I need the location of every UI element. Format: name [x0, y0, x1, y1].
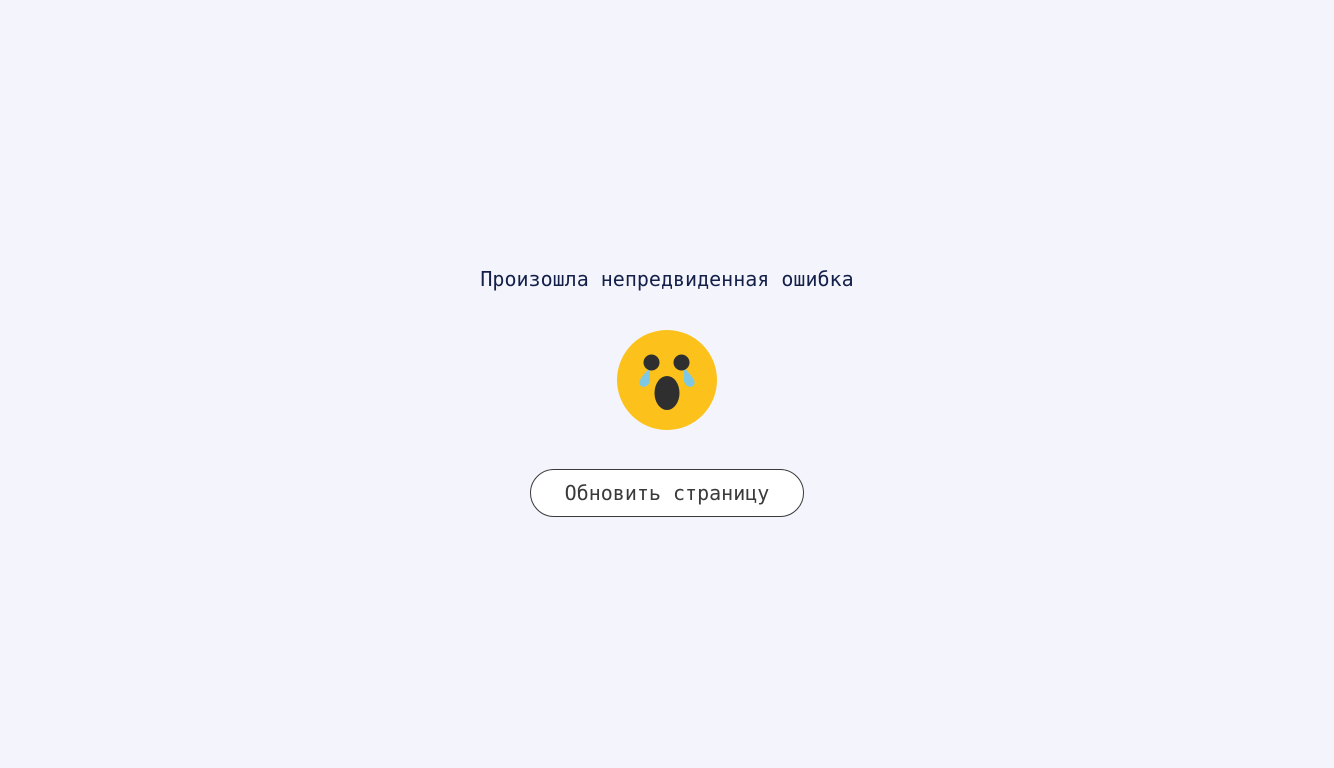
- error-message: Произошла непредвиденная ошибка: [480, 267, 854, 291]
- error-page: Произошла непредвиденная ошибка Обновить…: [0, 0, 1334, 768]
- reload-page-button[interactable]: Обновить страницу: [530, 469, 804, 517]
- crying-face-icon: [617, 330, 717, 430]
